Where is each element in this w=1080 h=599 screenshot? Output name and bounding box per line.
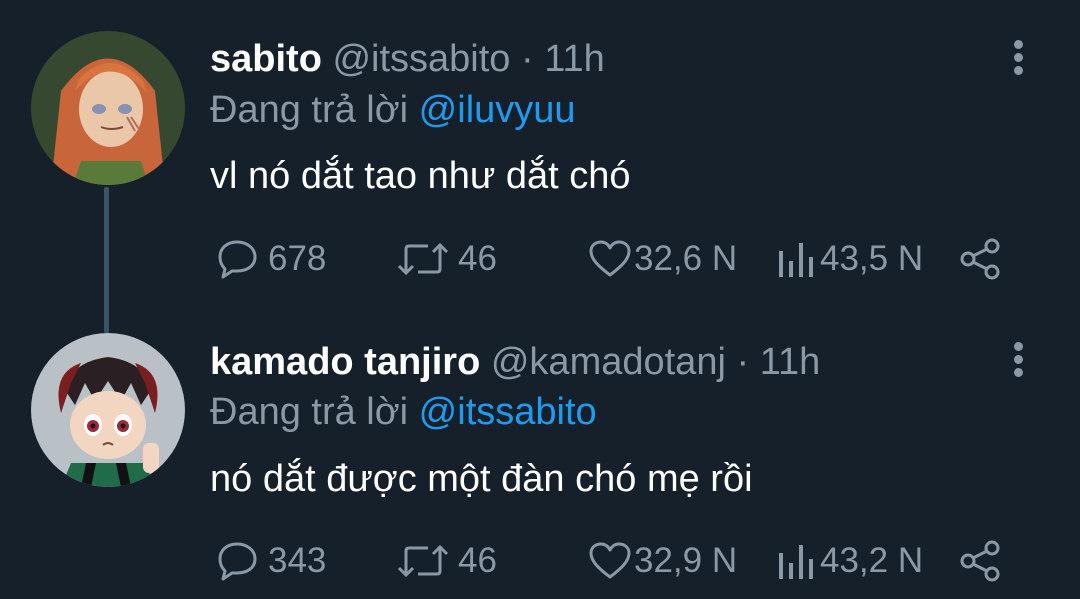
reply-mention-link[interactable]: @itssabito (419, 391, 597, 433)
like-button[interactable]: 32,9 N (588, 536, 737, 586)
separator-dot: · (521, 38, 534, 80)
retweet-count: 46 (458, 239, 497, 278)
reply-button[interactable]: 678 (214, 234, 326, 284)
timestamp[interactable]: 11h (544, 38, 605, 80)
avatar-sabito[interactable] (31, 31, 185, 185)
reply-mention-link[interactable]: @iluvyuu (419, 89, 576, 131)
retweet-icon (397, 242, 449, 276)
display-name[interactable]: kamado tanjiro (210, 341, 480, 383)
replying-to: Đang trả lời @itssabito (210, 393, 597, 431)
share-button[interactable] (958, 536, 1002, 586)
retweet-button[interactable]: 46 (396, 536, 497, 586)
more-vertical-icon[interactable] (1012, 342, 1024, 382)
views-button[interactable]: 43,5 N (776, 234, 923, 284)
reply-button[interactable]: 343 (214, 536, 326, 586)
heart-icon (589, 542, 631, 579)
like-count: 32,9 N (634, 541, 738, 580)
tweet[interactable]: sabito @itssabito · 11h Đang trả lời @il… (0, 0, 1080, 333)
tweet-text: vl nó dắt tao như dắt chó (210, 155, 631, 197)
tweet-actions: 678 46 32,6 N 43,5 N (210, 234, 1010, 284)
retweet-count: 46 (458, 541, 497, 580)
speech-bubble-icon (218, 542, 257, 581)
username-handle[interactable]: @itssabito (332, 38, 510, 80)
timestamp[interactable]: 11h (760, 341, 821, 383)
separator-dot: · (736, 341, 750, 383)
tweet-actions: 343 46 32,9 N 43,2 N (210, 536, 1010, 586)
bar-chart-icon (779, 243, 813, 277)
replying-to: Đang trả lời @iluvyuu (210, 91, 576, 129)
reply-count: 678 (268, 239, 327, 278)
more-vertical-icon[interactable] (1012, 40, 1024, 80)
views-count: 43,2 N (820, 541, 924, 580)
tweet-text: nó dắt được một đàn chó mẹ rồi (210, 458, 753, 500)
display-name[interactable]: sabito (210, 38, 322, 80)
speech-bubble-icon (218, 240, 257, 279)
username-handle[interactable]: @kamadotanj (491, 341, 726, 383)
like-count: 32,6 N (634, 239, 738, 278)
views-count: 43,5 N (820, 239, 924, 278)
share-icon (960, 540, 1000, 582)
tweet[interactable]: kamado tanjiro @kamadotanj · 11h Đang tr… (0, 300, 1080, 599)
reply-count: 343 (268, 541, 327, 580)
share-icon (960, 238, 1000, 280)
tweet-header: sabito @itssabito · 11h (210, 40, 605, 78)
avatar-kamado-tanjiro[interactable] (31, 333, 185, 487)
replying-to-label: Đang trả lời (210, 89, 409, 131)
retweet-button[interactable]: 46 (396, 234, 497, 284)
retweet-icon (397, 544, 449, 578)
like-button[interactable]: 32,6 N (588, 234, 737, 284)
tweet-header: kamado tanjiro @kamadotanj · 11h (210, 343, 820, 381)
bar-chart-icon (779, 545, 813, 579)
replying-to-label: Đang trả lời (210, 391, 409, 433)
share-button[interactable] (958, 234, 1002, 284)
heart-icon (589, 240, 631, 277)
views-button[interactable]: 43,2 N (776, 536, 923, 586)
